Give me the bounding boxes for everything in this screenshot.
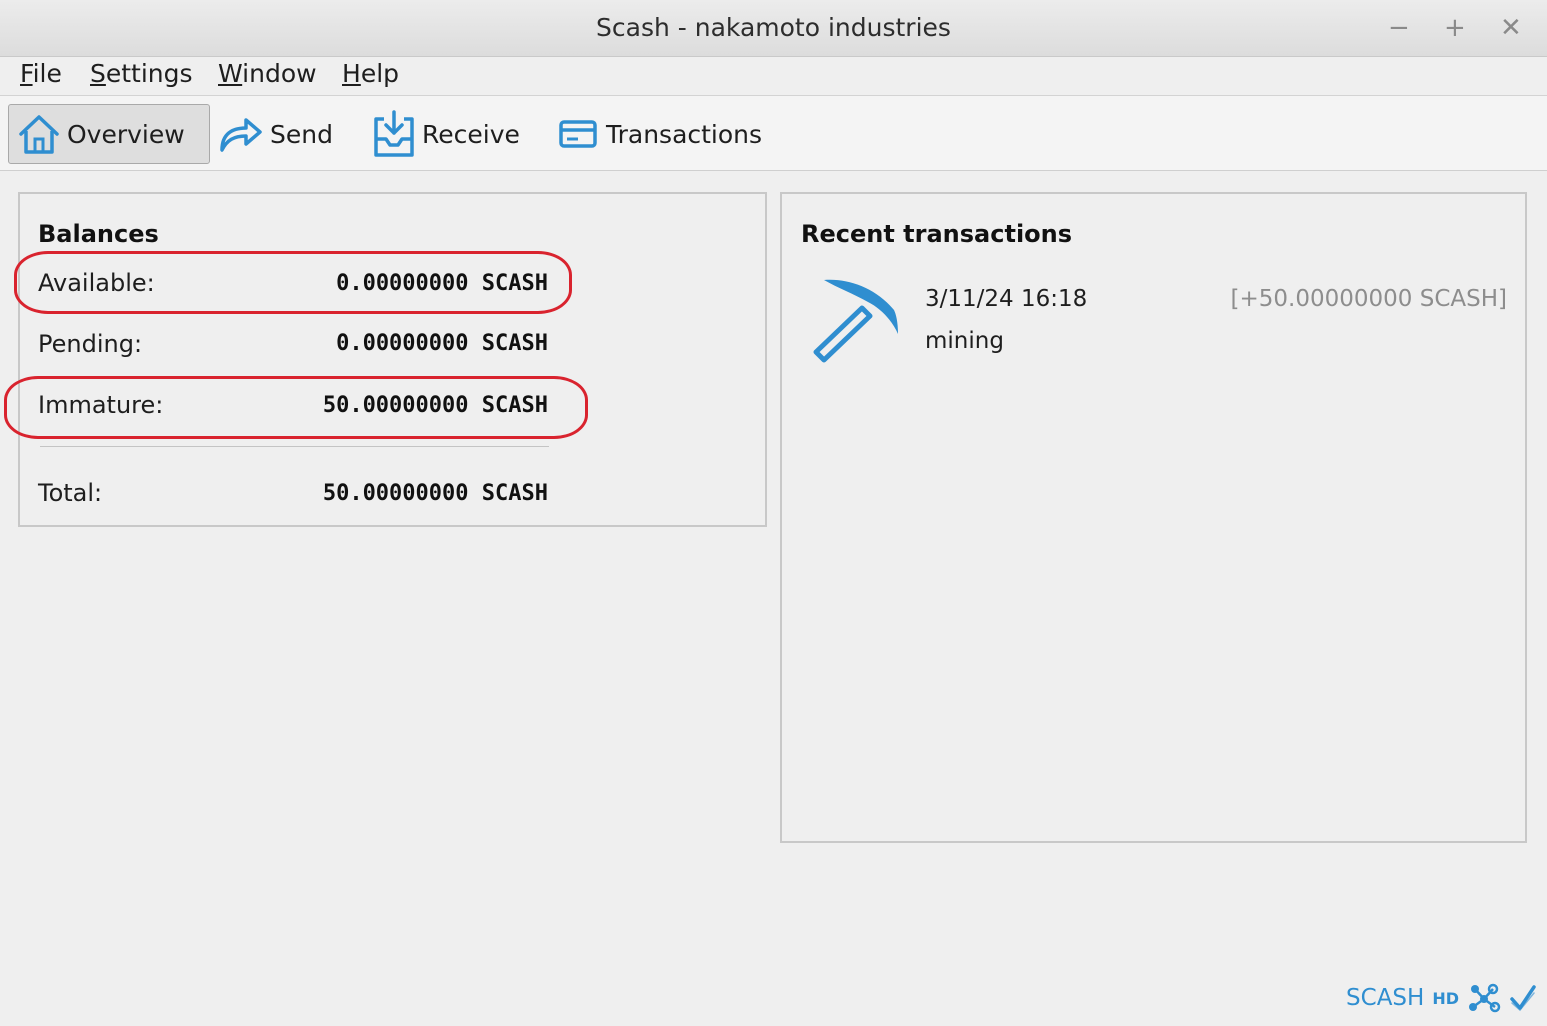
send-arrow-icon	[220, 118, 262, 152]
receive-inbox-icon	[374, 110, 414, 157]
tab-send[interactable]: Send	[218, 104, 333, 164]
balances-panel: Balances Available: 0.00000000 SCASH Pen…	[18, 192, 767, 527]
available-label: Available:	[38, 269, 155, 297]
tab-overview[interactable]: Overview	[8, 104, 210, 164]
recent-transactions-panel: Recent transactions 3/11/24 16:18 [+50.0…	[780, 192, 1527, 843]
pending-amount: 0.00000000 SCASH	[336, 331, 548, 356]
card-icon	[559, 120, 597, 148]
tab-receive[interactable]: Receive	[372, 104, 520, 164]
home-icon	[19, 115, 59, 154]
menu-window[interactable]: Window	[218, 59, 317, 88]
menu-file[interactable]: File	[20, 59, 62, 88]
transaction-label: mining	[925, 328, 1004, 354]
tab-overview-label: Overview	[67, 119, 185, 149]
status-bar: SCASH HD	[1346, 982, 1537, 1014]
menu-settings[interactable]: Settings	[90, 59, 193, 88]
balances-divider	[40, 446, 549, 447]
display-unit[interactable]: SCASH	[1346, 985, 1424, 1011]
total-amount: 50.00000000 SCASH	[322, 481, 548, 506]
immature-amount: 50.00000000 SCASH	[322, 393, 548, 418]
menu-help[interactable]: Help	[342, 59, 399, 88]
maximize-button[interactable]: +	[1444, 14, 1466, 42]
balances-heading: Balances	[38, 220, 159, 248]
transaction-amount: [+50.00000000 SCASH]	[1230, 286, 1507, 312]
immature-label: Immature:	[38, 391, 164, 419]
tab-transactions[interactable]: Transactions	[558, 104, 762, 164]
hd-key-icon: HD	[1432, 988, 1459, 1008]
available-amount: 0.00000000 SCASH	[336, 271, 548, 296]
network-icon	[1469, 983, 1501, 1013]
transaction-date: 3/11/24 16:18	[925, 286, 1088, 312]
recent-transactions-heading: Recent transactions	[801, 220, 1073, 248]
pending-label: Pending:	[38, 330, 143, 358]
toolbar: Overview Send Receive Transactions	[0, 96, 1547, 171]
total-label: Total:	[38, 479, 103, 507]
title-bar: Scash - nakamoto industries − + ✕	[0, 0, 1547, 57]
tab-transactions-label: Transactions	[606, 119, 763, 149]
synced-check-icon	[1510, 985, 1536, 1012]
window-title: Scash - nakamoto industries	[596, 13, 951, 42]
tab-send-label: Send	[270, 119, 333, 149]
menu-bar: File Settings Window Help	[0, 57, 1547, 96]
minimize-button[interactable]: −	[1388, 14, 1410, 42]
close-button[interactable]: ✕	[1500, 14, 1522, 42]
pickaxe-icon	[813, 279, 898, 363]
tab-receive-label: Receive	[422, 119, 520, 149]
